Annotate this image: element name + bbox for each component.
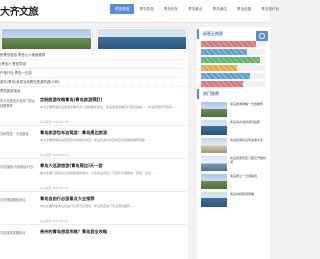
recommend-thumbnail — [201, 192, 227, 207]
article-category[interactable]: 青岛旅游路线景点 — [0, 198, 38, 203]
recommend-title: 青岛海水浴场游玩指南 — [230, 120, 261, 124]
recommend-title: 青岛旅游景区门票及开放时间 — [230, 156, 266, 164]
article-category[interactable]: 青岛旅游攻略景点 — [0, 231, 38, 236]
nav-item-3[interactable]: 青岛景点 — [183, 4, 207, 14]
tag-bar-fill — [201, 73, 250, 79]
quick-list-label: 游去(青岛)私导当地青岛旅游的游(小码) — [0, 80, 60, 84]
article-item[interactable]: 青岛旅游路线景点 青岛自由行必游景点大全推荐 本文主要整理青岛自由行必游景点信息… — [0, 192, 188, 225]
nav-item-5[interactable]: 青岛线路 — [232, 4, 256, 14]
recommend-list: 青岛旅游攻略一日游推荐 青岛海水浴场游玩指南 青岛旅游青岛周边游大全青岛旅游景区门票… — [197, 101, 270, 209]
sidebar: 标签云推荐 热门推荐 青岛旅游攻略一日游推荐 青岛海水浴场游玩指南 青岛旅游青岛周边… — [197, 27, 270, 259]
nav-item-1[interactable]: 青岛导游 — [134, 4, 158, 14]
nav-item-4[interactable]: 青岛酒店 — [208, 4, 232, 14]
article-title[interactable]: 贵州的青岛旅游攻略？青岛游全攻略 — [40, 229, 107, 235]
tag-bar-list — [197, 41, 270, 87]
tag-bar-fill — [201, 57, 260, 63]
featured-image — [2, 29, 91, 49]
article-title[interactable]: 定制旅游攻略青岛(青岛旅游预訂) — [40, 97, 102, 103]
tag-bar[interactable] — [201, 81, 266, 87]
article-excerpt — [40, 237, 178, 250]
tag-bar-fill — [201, 65, 237, 71]
tag-bar-fill — [201, 41, 257, 47]
featured-image — [97, 29, 186, 49]
recommend-item[interactable]: 青岛旅游景区门票及开放时间 — [197, 155, 270, 173]
recommend-thumbnail — [201, 102, 227, 117]
top-bar: 大齐文旅 青岛旅游 青岛导游 青岛包车 青岛景点 青岛酒店 青岛线路 青岛旅行社 — [0, 0, 279, 23]
article-category[interactable]: 历青岛旅游青岛热门景点线路推荐 — [0, 99, 38, 109]
quick-list-item[interactable]: (青岛)+青岛导游 › — [0, 60, 188, 69]
article-category[interactable]: 青岛旅游(青岛周边1日) — [0, 165, 38, 170]
article-meta: 青岛旅游 2020-01-01 — [40, 219, 69, 223]
recommend-item[interactable]: 青岛旅游青岛周边游大全 — [197, 137, 270, 155]
search-icon[interactable] — [256, 31, 268, 41]
nav-item-0[interactable]: 青岛旅游 — [110, 4, 135, 14]
article-meta: 青岛旅游 2020-01-01 — [40, 186, 69, 190]
nav-item-2[interactable]: 青岛包车 — [159, 4, 183, 14]
quick-list: 的青岛旅游·青岛七人美食推荐 › (青岛)+青岛导游 › 户旅行社·青岛一日游 › 游… — [0, 51, 188, 96]
chevron-right-icon: › — [182, 71, 184, 75]
main-nav: 青岛旅游 青岛导游 青岛包车 青岛景点 青岛酒店 青岛线路 青岛旅行社 — [110, 4, 284, 14]
nav-item-6[interactable]: 青岛旅行社 — [256, 4, 284, 14]
quick-list-label: 户旅行社·青岛一日游 — [0, 71, 32, 75]
chevron-right-icon: › — [182, 53, 184, 57]
tag-bar[interactable] — [201, 73, 266, 79]
site-logo[interactable]: 大齐文旅 — [0, 3, 39, 18]
article-excerpt: 本文主要介绍青岛大巡游旅游的信息，以及青岛周边一日游大巡游路线、费用、景点…… — [40, 171, 158, 175]
article-title[interactable]: 青岛自由行必游景点大全推荐 — [40, 196, 94, 202]
article-excerpt: 本文主要整理青岛旅游攻略景点介绍的相关信息，青岛旅游攻略及行程问答等——青岛旅游… — [40, 105, 178, 109]
recommend-thumbnail — [201, 138, 227, 153]
article-excerpt: 本文主要整理青岛旅游包车的相关信息，青岛旅游包车及青岛旅游路线推荐问答…… — [40, 138, 152, 142]
article-list: 历青岛旅游青岛热门景点线路推荐 定制旅游攻略青岛(青岛旅游预訂) 本文主要整理青… — [0, 93, 188, 259]
recommend-thumbnail — [201, 174, 227, 189]
quick-list-item[interactable]: 的青岛旅游·青岛七人美食推荐 › — [0, 51, 188, 60]
recommend-title: 青岛崂山一日游路线 — [230, 174, 258, 178]
quick-list-label: 的青岛旅游·青岛七人美食推荐 — [0, 53, 46, 57]
quick-list-item[interactable]: 游去(青岛)私导当地青岛旅游的游(小码) › — [0, 78, 188, 87]
article-item[interactable]: 历青岛旅游青岛热门景点线路推荐 定制旅游攻略青岛(青岛旅游预訂) 本文主要整理青… — [0, 93, 188, 126]
chevron-right-icon: › — [182, 62, 184, 66]
article-category[interactable]: 当地导游 · 青岛旅游 — [0, 132, 38, 137]
tag-bar-fill — [201, 81, 244, 87]
recommend-item[interactable]: 青岛崂山一日游路线 — [197, 173, 270, 191]
recommend-item[interactable]: 青岛栈桥旅游攻略 — [197, 191, 270, 209]
article-meta: 青岛旅游 2020-01-01 — [40, 120, 69, 124]
recommend-thumbnail — [201, 156, 227, 171]
article-item[interactable]: 青岛旅游攻略景点 贵州的青岛旅游攻略？青岛游全攻略 — [0, 225, 188, 258]
tag-bar-fill — [201, 49, 247, 55]
article-title[interactable]: 青岛旅游包车自驾游：青岛周边旅游 — [40, 130, 107, 136]
recommend-item[interactable]: 青岛海水浴场游玩指南 — [197, 119, 270, 137]
article-item[interactable]: 当地导游 · 青岛旅游 青岛旅游包车自驾游：青岛周边旅游 本文主要整理青岛旅游包… — [0, 126, 188, 159]
article-excerpt: 本文主要整理青岛自由行必游景点信息，青岛各区热门景点游玩推荐…… — [40, 204, 137, 208]
article-meta: 青岛旅游 2020-01-01 — [40, 153, 69, 157]
recommend-title: 青岛旅游攻略一日游推荐 — [230, 102, 264, 106]
article-title[interactable]: 青岛大巡游旅游(青岛周边)天一游 — [40, 163, 102, 169]
tag-bar[interactable] — [201, 49, 266, 55]
tag-bar[interactable] — [201, 57, 266, 63]
article-item[interactable]: 青岛旅游(青岛周边1日) 青岛大巡游旅游(青岛周边)天一游 本文主要介绍青岛大巡… — [0, 159, 188, 192]
recommend-thumbnail — [201, 120, 227, 135]
recommend-title: 青岛栈桥旅游攻略 — [230, 192, 255, 196]
quick-list-label: (青岛)+青岛导游 — [0, 62, 26, 66]
tag-bar[interactable] — [201, 65, 266, 71]
recommend-title: 青岛旅游青岛周边游大全 — [230, 138, 264, 142]
recommend-widget-title: 热门推荐 — [197, 89, 270, 99]
tag-bar[interactable] — [201, 41, 266, 47]
chevron-right-icon: › — [182, 80, 184, 84]
recommend-item[interactable]: 青岛旅游攻略一日游推荐 — [197, 101, 270, 119]
quick-list-item[interactable]: 户旅行社·青岛一日游 › — [0, 69, 188, 78]
